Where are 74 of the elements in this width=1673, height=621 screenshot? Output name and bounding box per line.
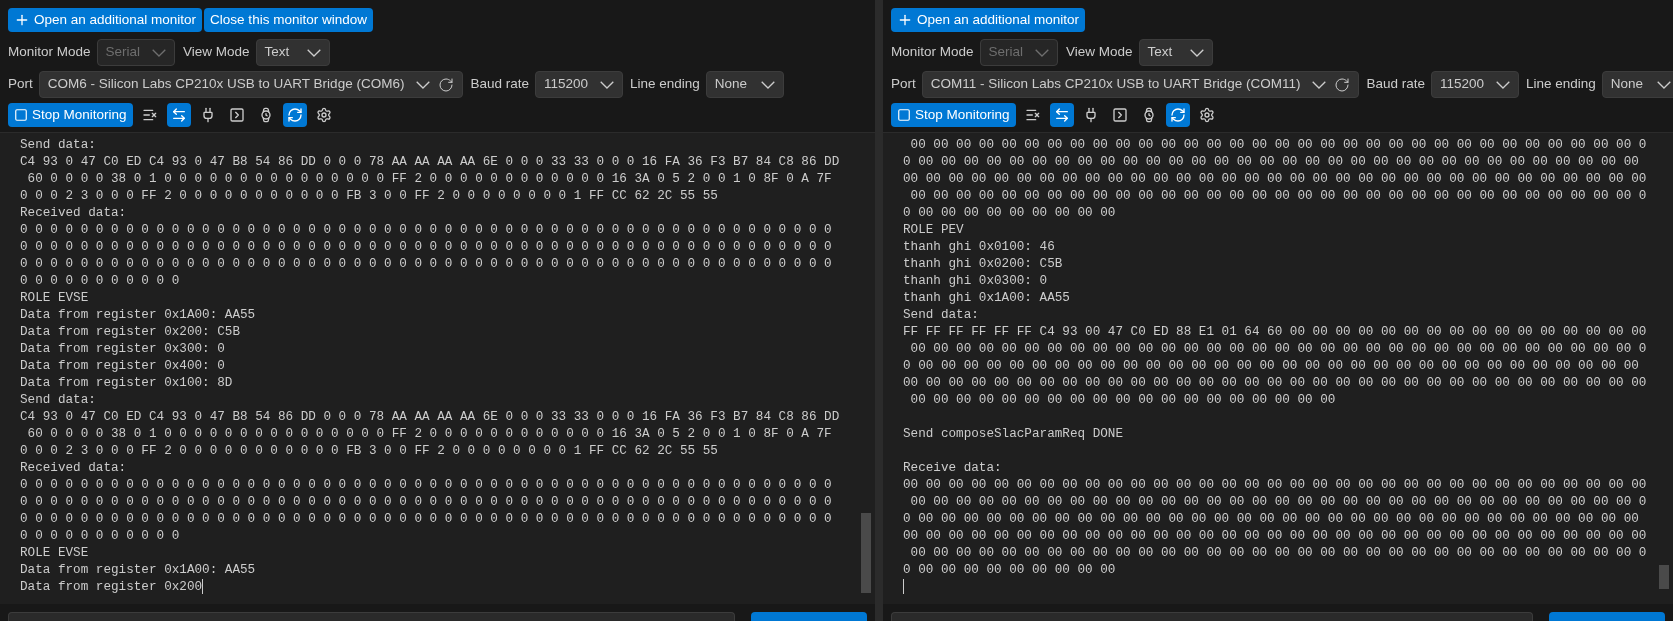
output-line: Data from register 0x200 — [20, 578, 203, 595]
output-line: 0 00 00 00 00 00 00 00 00 00 00 00 00 00 00 00 00 00 00 00 00 00 00 00 00 00 00 00 00 00 00 00 00 — [903, 510, 1639, 527]
output-line: 00 00 00 00 00 00 00 00 00 00 00 00 00 00 00 00 00 00 00 00 00 00 00 00 00 00 00 00 00 00 00 00 0 — [909, 493, 1647, 510]
output-line: Send data: — [20, 391, 96, 408]
output-line: 0 00 00 00 00 00 00 00 00 00 00 00 00 00 00 00 00 00 00 00 00 00 00 00 00 00 00 00 00 00 00 00 00 — [903, 153, 1639, 170]
output-line: thanh ghi 0x0300: 0 — [903, 272, 1048, 289]
output-line: 00 00 00 00 00 00 00 00 00 00 00 00 00 00 00 00 00 00 00 00 00 00 00 00 00 00 00 00 00 00 00 00 0 — [909, 136, 1647, 153]
output-line: 60 0 0 0 0 38 0 1 0 0 0 0 0 0 0 0 0 0 0 0 0 0 0 FF 2 0 0 0 0 0 0 0 0 0 0 0 0 16 3A 0 5 2 0 0 1 0 8F 0 A 7F — [26, 425, 832, 442]
port-select[interactable]: COM11 - Silicon Labs CP210x USB to UART Bridge (COM11) — [921, 71, 1360, 98]
output-line: 00 00 00 00 00 00 00 00 00 00 00 00 00 00 00 00 00 00 00 — [909, 391, 1336, 408]
field-label: Line ending — [630, 75, 700, 94]
view-mode-select[interactable]: Text — [255, 39, 330, 66]
output-line: C4 93 0 47 C0 ED C4 93 0 47 B8 54 86 DD 0 0 0 78 AA AA AA AA 6E 0 0 0 33 33 0 0 0 16 FA 36 F3 B7 84 C8 86 DD — [20, 408, 840, 425]
output-line: 00 00 00 00 00 00 00 00 00 00 00 00 00 00 00 00 00 00 00 00 00 00 00 00 00 00 00 00 00 00 00 00 00 — [903, 476, 1647, 493]
line-ending-select[interactable]: None — [705, 71, 784, 98]
output-line: 0 0 0 0 0 0 0 0 0 0 0 — [20, 527, 180, 544]
baud-rate-select[interactable]: 115200 — [534, 71, 623, 98]
output-line: Send data: — [20, 136, 96, 153]
field-label: Baud rate — [1366, 75, 1425, 94]
stop-monitoring-button[interactable]: Stop Monitoring — [891, 103, 1016, 127]
output-line: 00 00 00 00 00 00 00 00 00 00 00 00 00 00 00 00 00 00 00 00 00 00 00 00 00 00 00 00 00 00 00 00 0 — [909, 187, 1647, 204]
output-line: 0 0 0 0 0 0 0 0 0 0 0 0 0 0 0 0 0 0 0 0 0 0 0 0 0 0 0 0 0 0 0 0 0 0 0 0 0 0 0 0 0 0 0 0 0 0 0 0 0 0 0 0 0 0 — [20, 476, 832, 493]
output-line: Send composeSlacParamReq DONE — [903, 425, 1123, 442]
field-label: Port — [891, 75, 916, 94]
output-line: Data from register 0x1A00: AA55 — [20, 306, 256, 323]
output-line: 0 00 00 00 00 00 00 00 00 00 — [903, 204, 1116, 221]
port-select[interactable]: COM6 - Silicon Labs CP210x USB to UART Bridge (COM6) — [38, 71, 464, 98]
output-line: 0 0 0 0 0 0 0 0 0 0 0 0 0 0 0 0 0 0 0 0 0 0 0 0 0 0 0 0 0 0 0 0 0 0 0 0 0 0 0 0 0 0 0 0 0 0 0 0 0 0 0 0 0 0 — [20, 238, 832, 255]
output-line: Data from register 0x300: 0 — [20, 340, 225, 357]
output-line: 0 0 0 2 3 0 0 0 FF 2 0 0 0 0 0 0 0 0 0 0 0 FB 3 0 0 FF 2 0 0 0 0 0 0 0 0 1 FF CC 62 2C 55 55 — [20, 442, 718, 459]
field-label: Line ending — [1526, 75, 1596, 94]
output-line: thanh ghi 0x0100: 46 — [903, 238, 1055, 255]
output-line: ROLE EVSE — [20, 289, 89, 306]
output-line: 00 00 00 00 00 00 00 00 00 00 00 00 00 00 00 00 00 00 00 00 00 00 00 00 00 00 00 00 00 00 00 00 00 — [903, 374, 1647, 391]
baud-rate-select[interactable]: 115200 — [1430, 71, 1519, 98]
output-line: 0 0 0 0 0 0 0 0 0 0 0 — [20, 272, 180, 289]
field-label: Monitor Mode — [8, 43, 91, 62]
output-line: 00 00 00 00 00 00 00 00 00 00 00 00 00 00 00 00 00 00 00 00 00 00 00 00 00 00 00 00 00 00 00 00 00 — [903, 527, 1647, 544]
output-line: 0 00 00 00 00 00 00 00 00 00 00 00 00 00 00 00 00 00 00 00 00 00 00 00 00 00 00 00 00 00 00 00 00 — [903, 357, 1639, 374]
output-line: 00 00 00 00 00 00 00 00 00 00 00 00 00 00 00 00 00 00 00 00 00 00 00 00 00 00 00 00 00 00 00 00 0 — [909, 340, 1647, 357]
output-line: Received data: — [20, 459, 127, 476]
output-line: ROLE PEV — [903, 221, 964, 238]
output-line: 60 0 0 0 0 38 0 1 0 0 0 0 0 0 0 0 0 0 0 0 0 0 0 FF 2 0 0 0 0 0 0 0 0 0 0 0 0 16 3A 0 5 2 0 0 1 0 8F 0 A 7F — [26, 170, 832, 187]
output-line: Data from register 0x200: C5B — [20, 323, 240, 340]
output-line: Send data: — [903, 306, 979, 323]
output-line: Data from register 0x400: 0 — [20, 357, 225, 374]
output-line: FF FF FF FF FF FF C4 93 00 47 C0 ED 88 E1 01 64 60 00 00 00 00 00 00 00 00 00 00 00 00 00 00 00 00 — [903, 323, 1647, 340]
output-line: 0 00 00 00 00 00 00 00 00 00 — [903, 561, 1116, 578]
close-monitor-button[interactable]: Close this monitor window — [204, 8, 373, 32]
field-label: Monitor Mode — [891, 43, 974, 62]
add-monitor-button[interactable]: Open an additional monitor — [891, 8, 1086, 32]
output-line: 0 0 0 0 0 0 0 0 0 0 0 0 0 0 0 0 0 0 0 0 0 0 0 0 0 0 0 0 0 0 0 0 0 0 0 0 0 0 0 0 0 0 0 0 0 0 0 0 0 0 0 0 0 0 — [20, 510, 832, 527]
output-line: Received data: — [20, 204, 127, 221]
add-monitor-button[interactable]: Open an additional monitor — [8, 8, 203, 32]
output-line: C4 93 0 47 C0 ED C4 93 0 47 B8 54 86 DD 0 0 0 78 AA AA AA AA 6E 0 0 0 33 33 0 0 0 16 FA 36 F3 B7 84 C8 86 DD — [20, 153, 840, 170]
field-label: View Mode — [183, 43, 250, 62]
field-label: Baud rate — [470, 75, 529, 94]
output-line: 00 00 00 00 00 00 00 00 00 00 00 00 00 00 00 00 00 00 00 00 00 00 00 00 00 00 00 00 00 00 00 00 00 — [903, 170, 1647, 187]
view-mode-select[interactable]: Text — [1138, 39, 1213, 66]
field-label: Port — [8, 75, 33, 94]
stop-monitoring-button[interactable]: Stop Monitoring — [8, 103, 133, 127]
output-line: 0 0 0 2 3 0 0 0 FF 2 0 0 0 0 0 0 0 0 0 0 0 FB 3 0 0 FF 2 0 0 0 0 0 0 0 0 1 FF CC 62 2C 55 55 — [20, 187, 718, 204]
output-line: thanh ghi 0x1A00: AA55 — [903, 289, 1070, 306]
output-line: Data from register 0x100: 8D — [20, 374, 233, 391]
output-line: thanh ghi 0x0200: C5B — [903, 255, 1063, 272]
output-line: ROLE EVSE — [20, 544, 89, 561]
line-ending-select[interactable]: None — [1601, 71, 1673, 98]
output-line: 0 0 0 0 0 0 0 0 0 0 0 0 0 0 0 0 0 0 0 0 0 0 0 0 0 0 0 0 0 0 0 0 0 0 0 0 0 0 0 0 0 0 0 0 0 0 0 0 0 0 0 0 0 0 — [20, 493, 832, 510]
output-line: 0 0 0 0 0 0 0 0 0 0 0 0 0 0 0 0 0 0 0 0 0 0 0 0 0 0 0 0 0 0 0 0 0 0 0 0 0 0 0 0 0 0 0 0 0 0 0 0 0 0 0 0 0 0 — [20, 255, 832, 272]
output-line: 0 0 0 0 0 0 0 0 0 0 0 0 0 0 0 0 0 0 0 0 0 0 0 0 0 0 0 0 0 0 0 0 0 0 0 0 0 0 0 0 0 0 0 0 0 0 0 0 0 0 0 0 0 0 — [20, 221, 832, 238]
output-line: Data from register 0x1A00: AA55 — [20, 561, 256, 578]
output-line: Receive data: — [903, 459, 1002, 476]
field-label: View Mode — [1066, 43, 1133, 62]
output-line: 00 00 00 00 00 00 00 00 00 00 00 00 00 00 00 00 00 00 00 00 00 00 00 00 00 00 00 00 00 00 00 00 0 — [909, 544, 1647, 561]
